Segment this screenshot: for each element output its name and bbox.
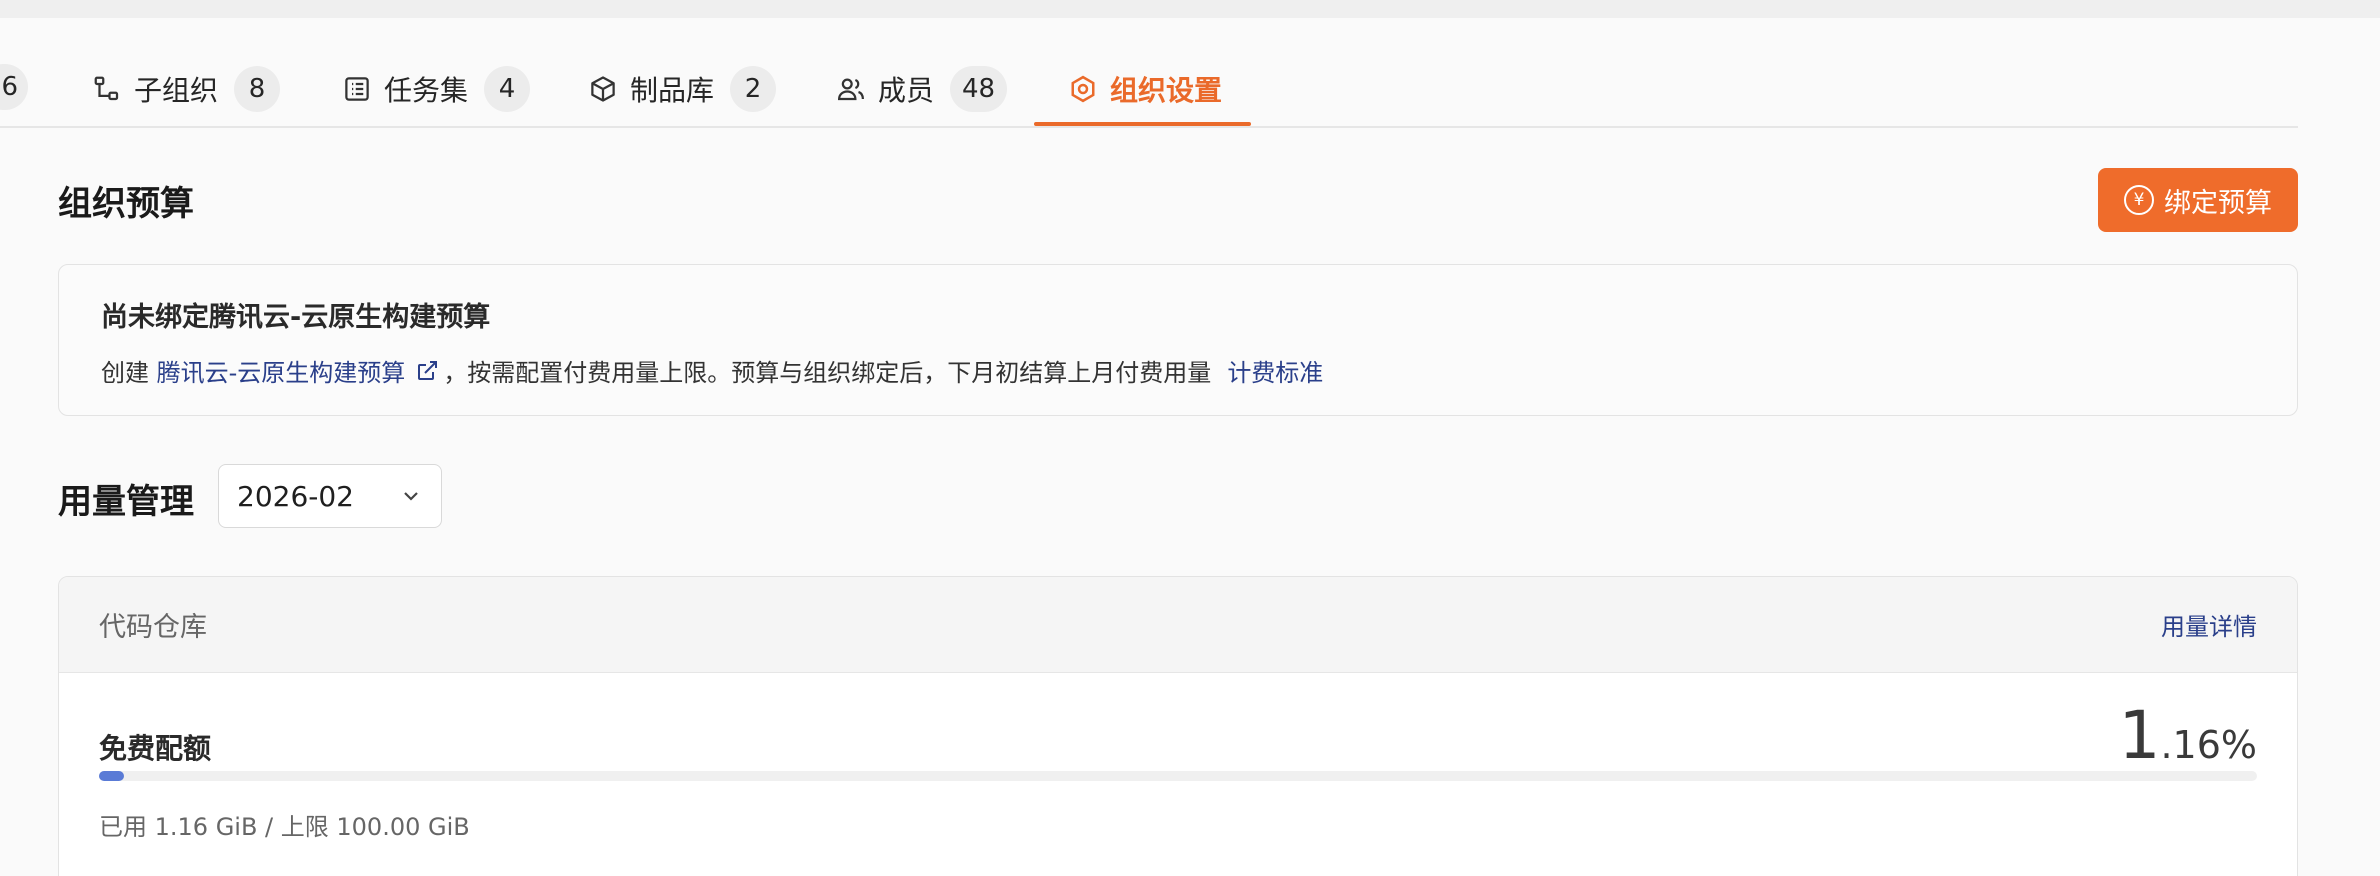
tab-task-sets[interactable]: 任务集 4	[342, 64, 531, 114]
tab-members-label: 成员	[878, 74, 935, 107]
active-tab-indicator	[1034, 122, 1251, 126]
tab-partial-count-badge[interactable]: 6	[0, 64, 28, 110]
usage-card-title: 代码仓库	[99, 612, 207, 643]
tab-artifacts-label: 制品库	[630, 74, 715, 107]
tab-sub-orgs-label: 子组织	[134, 74, 219, 107]
quota-percent: 1.16%	[2118, 697, 2257, 774]
tab-org-settings-label: 组织设置	[1110, 74, 1223, 107]
tab-sub-orgs-count: 8	[234, 66, 281, 112]
budget-notice-text: 创建 腾讯云-云原生构建预算 ，按需配置付费用量上限。预算与组织绑定后，下月初结…	[101, 353, 1323, 388]
chevron-down-icon	[399, 484, 423, 508]
tab-org-settings[interactable]: 组织设置	[1068, 64, 1222, 114]
quota-progress-bar	[99, 771, 2257, 781]
billing-standard-link[interactable]: 计费标准	[1227, 353, 1323, 388]
quota-percent-frac: .16%	[2160, 723, 2257, 767]
code-repo-usage-card: 代码仓库 用量详情 免费配额 1.16% 已用 1.16 GiB / 上限 10…	[58, 576, 2298, 876]
tab-task-sets-label: 任务集	[384, 74, 469, 107]
package-icon	[588, 74, 618, 104]
budget-section-title: 组织预算	[58, 184, 194, 224]
tencent-budget-link[interactable]: 腾讯云-云原生构建预算	[157, 353, 406, 388]
tab-task-sets-count: 4	[484, 66, 531, 112]
free-quota-title: 免费配额	[99, 732, 212, 765]
bind-budget-button[interactable]: ¥ 绑定预算	[2098, 168, 2298, 232]
budget-notice-middle: ，按需配置付费用量上限。预算与组织绑定后，下月初结算上月付费用量	[443, 359, 1212, 387]
budget-notice-title: 尚未绑定腾讯云-云原生构建预算	[101, 302, 491, 333]
org-tree-icon	[92, 74, 122, 104]
budget-notice: 尚未绑定腾讯云-云原生构建预算 创建 腾讯云-云原生构建预算 ，按需配置付费用量…	[58, 264, 2298, 416]
list-icon	[342, 74, 372, 104]
tab-members-count: 48	[950, 66, 1008, 112]
settings-icon	[1068, 74, 1098, 104]
usage-detail-link[interactable]: 用量详情	[2161, 607, 2257, 642]
usage-card-header: 代码仓库 用量详情	[59, 577, 2297, 673]
users-icon	[836, 74, 866, 104]
yen-icon: ¥	[2124, 185, 2154, 215]
month-select-value: 2026-02	[237, 479, 354, 513]
org-tabs: 6 子组织 8 任务集 4 制品库 2 成员 48 组织设置	[0, 18, 2298, 128]
tab-sub-orgs[interactable]: 子组织 8	[92, 64, 281, 114]
external-link-icon[interactable]	[415, 359, 439, 383]
budget-notice-prefix: 创建	[101, 359, 157, 387]
month-select[interactable]: 2026-02	[218, 464, 442, 528]
top-bar	[0, 0, 2380, 18]
tab-artifacts[interactable]: 制品库 2	[588, 64, 777, 114]
tab-members[interactable]: 成员 48	[836, 64, 1008, 114]
quota-percent-int: 1	[2118, 697, 2161, 774]
quota-used-text: 已用 1.16 GiB / 上限 100.00 GiB	[99, 813, 470, 841]
quota-progress-fill	[99, 771, 125, 781]
usage-section-title: 用量管理	[58, 482, 194, 522]
tab-artifacts-count: 2	[730, 66, 777, 112]
bind-budget-label: 绑定预算	[2164, 187, 2272, 219]
